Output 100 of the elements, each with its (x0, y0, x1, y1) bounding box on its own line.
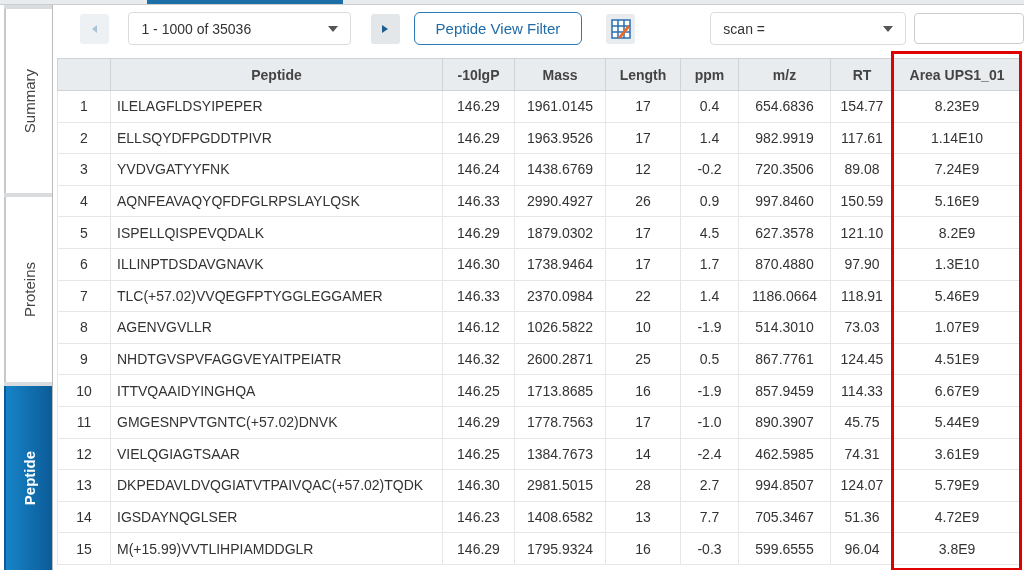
table-cell: 146.33 (442, 280, 515, 312)
input-field[interactable] (914, 13, 1024, 44)
table-cell: 146.30 (442, 248, 515, 281)
table-cell: 6 (57, 248, 111, 281)
table-cell: 514.3010 (738, 311, 831, 344)
table-cell: 146.29 (442, 122, 515, 154)
table-cell: 146.33 (442, 185, 515, 217)
table-cell: 857.9459 (738, 374, 831, 407)
table-cell: M(+15.99)VVTLIHPIAMDDGLR (110, 532, 443, 565)
side-tab[interactable]: Peptide (4, 385, 52, 570)
table-cell: 462.5985 (738, 438, 831, 470)
table-cell: -0.3 (680, 532, 739, 565)
side-tab[interactable]: Proteins (4, 197, 52, 382)
column-header[interactable]: Length (605, 58, 681, 91)
table-cell: 1384.7673 (514, 438, 606, 470)
table-cell: 10 (57, 374, 111, 407)
table-cell: NHDTGVSPVFAGGVEYAITPEIATR (110, 343, 443, 375)
column-header[interactable]: ppm (680, 58, 739, 91)
column-header[interactable] (57, 58, 111, 91)
table-cell: 0.4 (680, 90, 739, 123)
table-cell: 12 (57, 438, 111, 470)
table-cell: 654.6836 (738, 90, 831, 123)
table-cell: 997.8460 (738, 185, 831, 217)
table-cell: 15 (57, 532, 111, 565)
search-field[interactable]: scan = (710, 12, 906, 45)
table-cell: 1778.7563 (514, 406, 606, 439)
table-cell: ELLSQYDFPGDDTPIVR (110, 122, 443, 154)
table-cell: 146.29 (442, 406, 515, 439)
column-header[interactable]: Mass (514, 58, 606, 91)
table-cell: 17 (605, 122, 681, 154)
table-cell: 1186.0664 (738, 280, 831, 312)
filter-button[interactable]: Peptide View Filter (413, 12, 582, 45)
table-cell: 5 (57, 216, 111, 249)
column-header[interactable]: Peptide (110, 58, 443, 91)
table-cell: 146.29 (442, 216, 515, 249)
table-cell: 28 (605, 469, 681, 502)
table-cell: 7 (57, 280, 111, 312)
table-cell: 1026.5822 (514, 311, 606, 344)
table-cell: 2990.4927 (514, 185, 606, 217)
table-cell: 627.3578 (738, 216, 831, 249)
table-cell: -0.2 (680, 153, 739, 186)
table-cell: VIELQGIAGTSAAR (110, 438, 443, 470)
table-cell: 720.3506 (738, 153, 831, 186)
table-cell: 146.29 (442, 90, 515, 123)
table-cell: 1 (57, 90, 111, 123)
table-cell: 14 (605, 438, 681, 470)
table-cell: 12 (605, 153, 681, 186)
table-cell: 17 (605, 216, 681, 249)
table-cell: 26 (605, 185, 681, 217)
column-header[interactable]: RT (830, 58, 894, 91)
table-cell: -1.9 (680, 311, 739, 344)
next-button[interactable] (370, 13, 400, 44)
column-header[interactable]: Area UPS1_01 (893, 58, 1021, 91)
table-cell: DKPEDAVLDVQGIATVTPAIVQAC(+57.02)TQDK (110, 469, 443, 502)
grid-pencil-icon (610, 18, 631, 39)
table-cell: -1.9 (680, 374, 739, 407)
table-cell: 22 (605, 280, 681, 312)
table-cell: ILLINPTDSDAVGNAVK (110, 248, 443, 281)
table-cell: 1738.9464 (514, 248, 606, 281)
table-cell: 17 (605, 406, 681, 439)
caret-icon (327, 25, 338, 32)
column-header[interactable]: -10lgP (442, 58, 515, 91)
table-cell: 867.7761 (738, 343, 831, 375)
table-cell: 17 (605, 248, 681, 281)
side-tab[interactable]: Summary (4, 9, 52, 194)
table-cell: 2370.0984 (514, 280, 606, 312)
table-cell: 146.29 (442, 532, 515, 565)
table-cell: 16 (605, 374, 681, 407)
table-cell: -1.0 (680, 406, 739, 439)
table-cell: ILELAGFLDSYIPEPER (110, 90, 443, 123)
table-cell: IGSDAYNQGLSER (110, 501, 443, 533)
table-cell: 9 (57, 343, 111, 375)
table-cell: 994.8507 (738, 469, 831, 502)
table-cell: 1.4 (680, 280, 739, 312)
edit-columns-button[interactable] (605, 13, 636, 44)
table-cell: AGENVGVLLR (110, 311, 443, 344)
table-cell: 2.7 (680, 469, 739, 502)
table-cell: 1879.0302 (514, 216, 606, 249)
table-cell: 0.9 (680, 185, 739, 217)
table-cell: 890.3907 (738, 406, 831, 439)
table-cell: 2981.5015 (514, 469, 606, 502)
table-cell: ISPELLQISPEVQDALK (110, 216, 443, 249)
table-cell: 1438.6769 (514, 153, 606, 186)
table-cell: 982.9919 (738, 122, 831, 154)
table-cell: 599.6555 (738, 532, 831, 565)
table-cell: 1.4 (680, 122, 739, 154)
previous-button[interactable] (80, 13, 110, 44)
table-cell: 146.30 (442, 469, 515, 502)
table-cell: ITTVQAAIDYINGHQA (110, 374, 443, 407)
column-header[interactable]: m/z (738, 58, 831, 91)
table-cell: 7.7 (680, 501, 739, 533)
table-cell: 8 (57, 311, 111, 344)
table-cell: 146.12 (442, 311, 515, 344)
table-cell: 1713.8685 (514, 374, 606, 407)
table-cell: 146.23 (442, 501, 515, 533)
range-dropdown[interactable]: 1 - 1000 of 35036 (128, 12, 351, 45)
table-cell: 1.7 (680, 248, 739, 281)
table-cell: 1408.6582 (514, 501, 606, 533)
table-cell: 3 (57, 153, 111, 186)
table-cell: 705.3467 (738, 501, 831, 533)
